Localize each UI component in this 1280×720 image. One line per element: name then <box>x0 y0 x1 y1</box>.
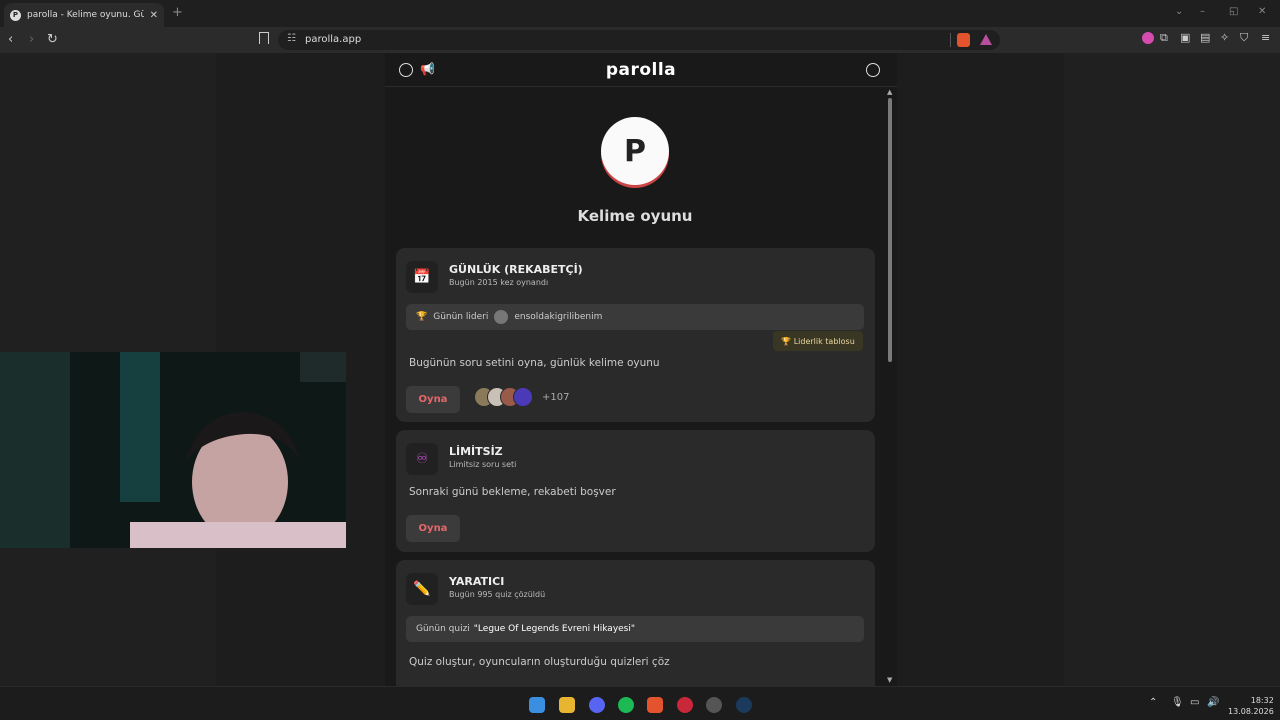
scrollbar[interactable]: ▲ ▼ <box>885 88 895 686</box>
brand-title[interactable]: parolla <box>385 60 897 80</box>
card-daily: 📅 GÜNLÜK (REKABETÇİ) Bugün 2015 kez oyna… <box>396 248 875 422</box>
parolla-favicon-icon: P <box>10 9 21 21</box>
new-tab-button[interactable]: + <box>172 5 183 20</box>
steam-icon[interactable] <box>736 697 752 713</box>
browser-toolbar: ‹ › ↻ ☷ parolla.app <box>0 27 1280 53</box>
screen: P parolla - Kelime oyunu. Günlük k ✕ + ⌄… <box>0 0 1280 720</box>
card-subtitle: Limitsiz soru seti <box>449 460 517 469</box>
parolla-logo: P <box>601 117 669 185</box>
brave-rewards-icon[interactable] <box>980 34 992 45</box>
card-subtitle: Bugün 995 quiz çözüldü <box>449 590 546 599</box>
clock[interactable]: 18:32 13.08.2026 <box>1228 695 1274 717</box>
sidebar-icon[interactable]: ▣ <box>1180 31 1190 44</box>
webcam-overlay <box>0 352 346 548</box>
tray-chevron-icon[interactable]: ⌃ <box>1149 697 1157 708</box>
address-bar[interactable]: ☷ parolla.app <box>278 30 1000 50</box>
card-description: Sonraki günü bekleme, rekabeti boşver <box>409 486 616 498</box>
tab-search-icon[interactable]: ⌄ <box>1175 6 1183 17</box>
page-subtitle: Kelime oyunu <box>577 207 693 225</box>
app-chrome-like-icon[interactable] <box>706 697 722 713</box>
player-avatar <box>513 387 533 407</box>
extension-icon[interactable] <box>1142 32 1154 44</box>
leader-name[interactable]: ensoldakigrilibenim <box>514 312 602 322</box>
pencil-icon: ✏️ <box>406 573 438 605</box>
display-icon[interactable]: ▭ <box>1190 697 1199 708</box>
url-text[interactable]: parolla.app <box>305 34 361 45</box>
card-title: YARATICI <box>449 575 505 588</box>
right-gutter <box>897 53 1064 686</box>
play-button[interactable]: Oyna <box>406 515 460 542</box>
webcam-video <box>0 352 346 548</box>
clock-date: 13.08.2026 <box>1228 707 1274 716</box>
reload-icon[interactable]: ↻ <box>47 32 58 48</box>
taskbar: ⌃ 🎙 ▭ 🔊 18:32 13.08.2026 <box>0 686 1280 720</box>
daily-quiz-bar[interactable]: Günün quizi "Legue Of Legends Evreni Hik… <box>406 616 864 642</box>
divider <box>950 33 951 47</box>
browser-tab[interactable]: P parolla - Kelime oyunu. Günlük k ✕ <box>4 3 164 27</box>
back-icon[interactable]: ‹ <box>8 32 13 48</box>
tab-strip: P parolla - Kelime oyunu. Günlük k ✕ + ⌄… <box>0 0 1280 27</box>
menu-icon[interactable]: ≡ <box>1261 31 1270 44</box>
daily-leader-bar[interactable]: 🏆 Günün lideri ensoldakigrilibenim <box>406 304 864 330</box>
leader-label: Günün lideri <box>433 312 489 322</box>
players-more-count: +107 <box>542 392 570 403</box>
tab-close-icon[interactable]: ✕ <box>150 10 158 21</box>
extensions-icon[interactable]: ⧉ <box>1160 31 1168 45</box>
card-title: LİMİTSİZ <box>449 445 503 458</box>
spotify-icon[interactable] <box>618 697 634 713</box>
volume-icon[interactable]: 🔊 <box>1207 697 1219 708</box>
card-creative: ✏️ YARATICI Bugün 995 quiz çözüldü Günün… <box>396 560 875 686</box>
app-header: 📢 parolla <box>385 53 897 87</box>
vpn-icon[interactable]: ⛉ <box>1240 31 1248 45</box>
card-description: Quiz oluştur, oyuncuların oluşturduğu qu… <box>409 656 670 668</box>
discord-icon[interactable] <box>589 697 605 713</box>
quiz-label: Günün quizi <box>416 624 470 634</box>
microphone-icon[interactable]: 🎙 <box>1171 697 1184 708</box>
play-button[interactable]: Oyna <box>406 386 460 413</box>
forward-icon[interactable]: › <box>29 32 34 48</box>
site-info-icon[interactable]: ☷ <box>287 33 296 44</box>
quiz-name[interactable]: "Legue Of Legends Evreni Hikayesi" <box>474 624 635 634</box>
minimize-icon[interactable]: – <box>1200 6 1205 17</box>
bookmark-icon[interactable] <box>259 32 269 44</box>
wallet-icon[interactable]: ▤ <box>1200 31 1210 44</box>
card-subtitle: Bugün 2015 kez oynandı <box>449 278 549 287</box>
windows-start-icon[interactable] <box>529 697 545 713</box>
brave-icon[interactable] <box>647 697 663 713</box>
maximize-icon[interactable]: ◱ <box>1229 6 1238 17</box>
leader-avatar <box>494 310 509 324</box>
tab-title: parolla - Kelime oyunu. Günlük k <box>27 10 144 20</box>
leaderboard-button[interactable]: 🏆 Liderlik tablosu <box>773 331 863 351</box>
scrollbar-thumb[interactable] <box>888 98 892 362</box>
calendar-icon: 📅 <box>406 261 438 293</box>
scroll-up-icon[interactable]: ▲ <box>887 88 892 96</box>
user-icon[interactable] <box>866 63 880 77</box>
card-unlimited: ♾ LİMİTSİZ Limitsiz soru seti Sonraki gü… <box>396 430 875 552</box>
trophy-icon: 🏆 <box>416 312 428 322</box>
file-explorer-icon[interactable] <box>559 697 575 713</box>
infinity-icon: ♾ <box>406 443 438 475</box>
close-window-icon[interactable]: ✕ <box>1258 6 1266 17</box>
leo-icon[interactable]: ✧ <box>1220 31 1229 44</box>
app-red-icon[interactable] <box>677 697 693 713</box>
clock-time: 18:32 <box>1250 696 1274 705</box>
card-title: GÜNLÜK (REKABETÇİ) <box>449 263 583 276</box>
card-description: Bugünün soru setini oyna, günlük kelime … <box>409 357 660 369</box>
brave-shield-icon[interactable] <box>957 33 970 47</box>
scroll-down-icon[interactable]: ▼ <box>887 676 892 684</box>
